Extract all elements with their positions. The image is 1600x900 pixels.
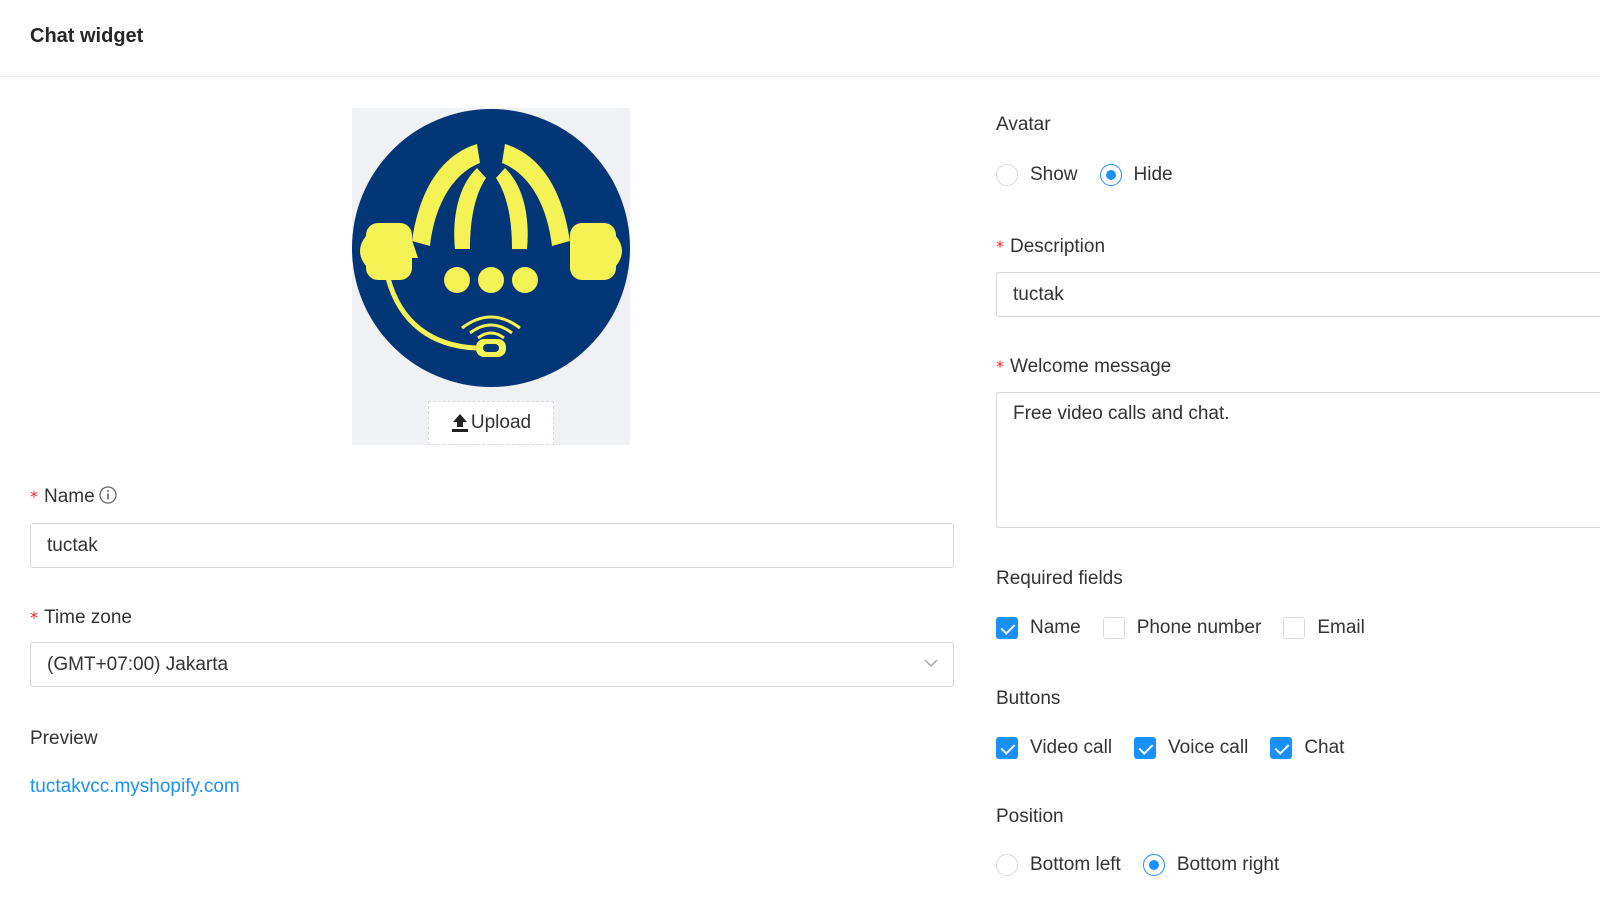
required-email-option[interactable]: Email [1283,617,1365,639]
welcome-message-textarea[interactable]: Free video calls and chat. [996,392,1600,528]
buttons-label: Buttons [996,688,1061,709]
upload-label: Upload [470,412,532,433]
timezone-label: * Time zone [30,607,132,628]
avatar-show-option[interactable]: Show [996,164,1078,186]
timezone-value: (GMT+07:00) Jakarta [47,654,229,675]
required-mark: * [996,237,1004,256]
button-chat-option[interactable]: Chat [1270,737,1344,759]
info-icon[interactable] [99,486,117,504]
name-label: * Name [30,486,117,508]
preview-label: Preview [30,728,98,749]
page-title: Chat widget [30,25,144,47]
required-mark: * [30,608,38,627]
headset-logo-icon [352,109,630,387]
required-phone-option[interactable]: Phone number [1102,617,1261,639]
voice-call-checkbox[interactable] [1134,737,1157,759]
bottom-left-radio[interactable] [996,854,1018,876]
required-mark: * [30,487,38,506]
avatar-hide-option[interactable]: Hide [1099,164,1173,186]
position-bottom-right-option[interactable]: Bottom right [1142,854,1279,876]
logo-preview: Upload [352,108,630,445]
description-input[interactable] [996,272,1600,317]
video-call-checkbox[interactable] [996,737,1018,759]
preview-link[interactable]: tuctakvcc.myshopify.com [30,776,240,798]
bottom-right-radio[interactable] [1142,854,1165,876]
position-label: Position [996,806,1064,827]
timezone-select[interactable]: (GMT+07:00) Jakarta [30,642,954,687]
button-voice-call-option[interactable]: Voice call [1134,737,1248,759]
button-video-call-option[interactable]: Video call [996,737,1112,759]
upload-icon [451,414,468,432]
required-email-checkbox[interactable] [1283,617,1306,639]
avatar-hide-radio[interactable] [1099,164,1122,186]
description-label: * Description [996,236,1106,257]
chevron-down-icon [924,659,938,668]
required-name-checkbox[interactable] [996,617,1018,639]
welcome-label: * Welcome message [996,356,1172,377]
avatar-label: Avatar [996,114,1051,135]
required-fields-group: Name Phone number Email [996,613,1387,643]
avatar-show-radio[interactable] [996,164,1018,186]
required-mark: * [996,357,1004,376]
upload-button[interactable]: Upload [428,401,554,445]
name-input[interactable] [30,523,954,568]
required-phone-checkbox[interactable] [1102,617,1125,639]
buttons-group: Video call Voice call Chat [996,733,1366,763]
required-name-option[interactable]: Name [996,617,1081,639]
position-radio-group: Bottom left Bottom right [996,850,1301,880]
avatar-radio-group: Show Hide [996,160,1195,190]
position-bottom-left-option[interactable]: Bottom left [996,854,1121,876]
required-fields-label: Required fields [996,568,1123,589]
chat-checkbox[interactable] [1270,737,1293,759]
page-header: Chat widget [0,0,1600,77]
